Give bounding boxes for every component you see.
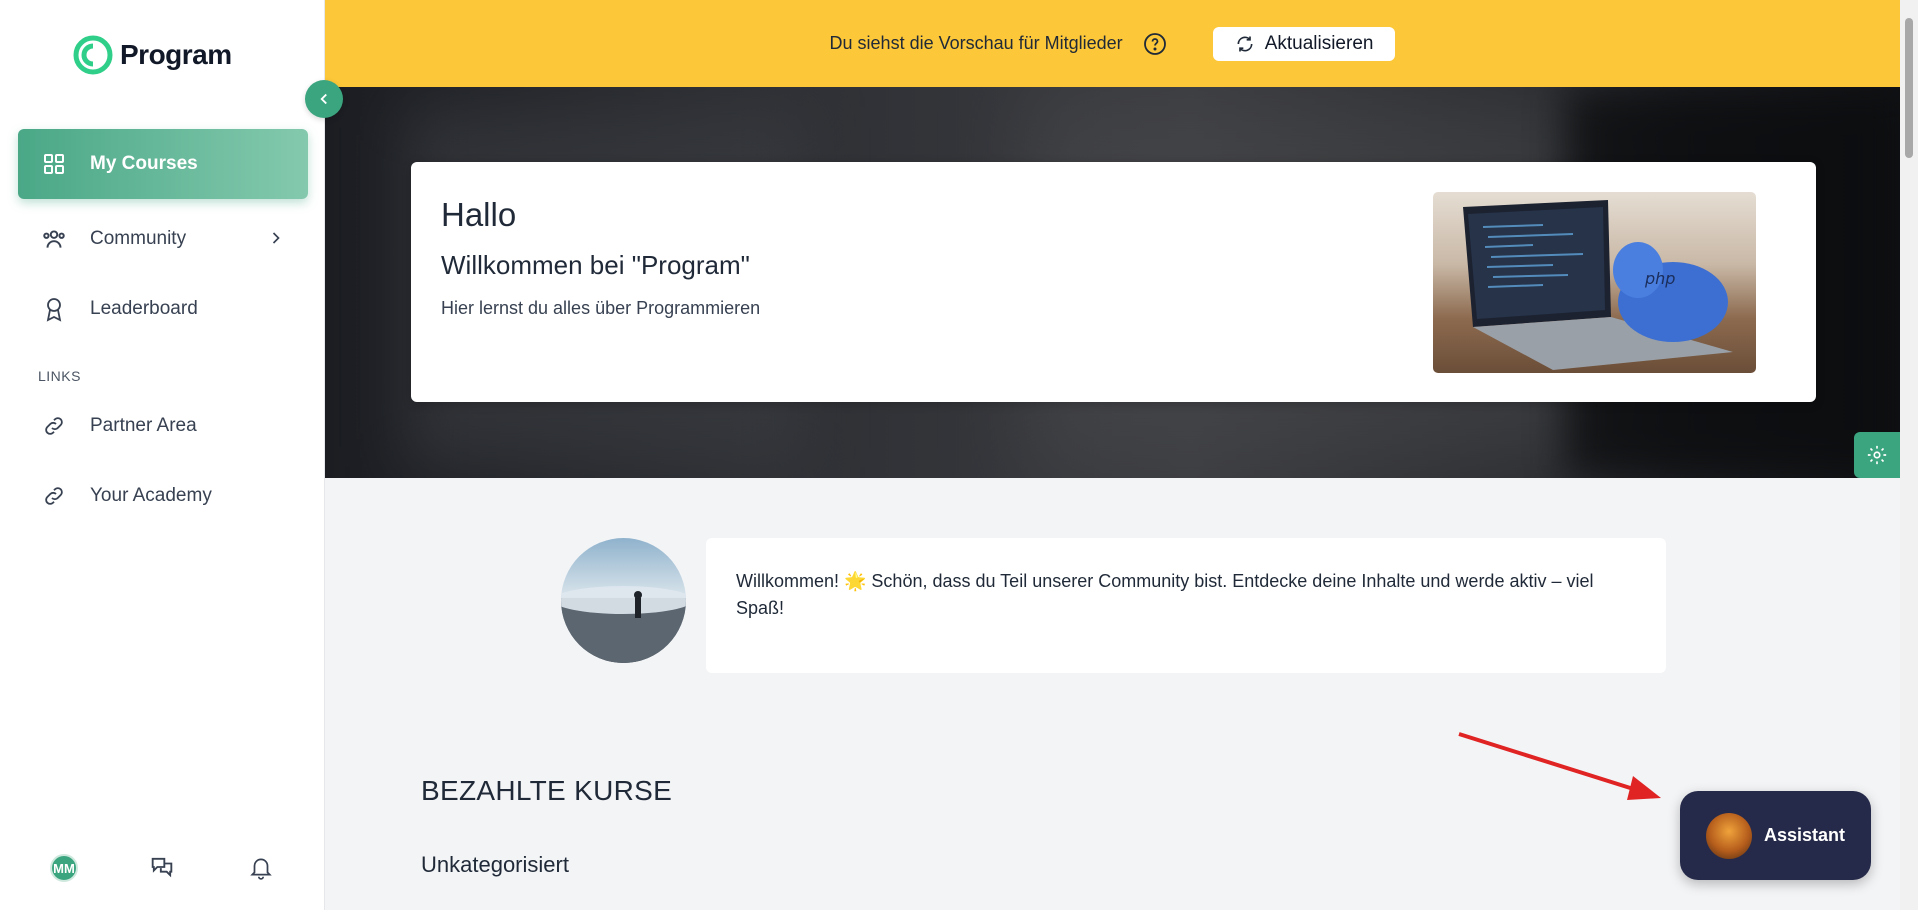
- user-avatar[interactable]: MM: [50, 854, 78, 882]
- grid-icon: [40, 150, 68, 178]
- sidebar-item-my-courses[interactable]: My Courses: [18, 129, 308, 199]
- page-settings-button[interactable]: [1854, 432, 1900, 478]
- scrollbar-thumb[interactable]: [1905, 18, 1913, 158]
- award-icon: [40, 295, 68, 323]
- sidebar-item-leaderboard[interactable]: Leaderboard: [18, 274, 308, 344]
- preview-banner: Du siehst die Vorschau für Mitglieder Ak…: [325, 0, 1900, 87]
- chat-icon[interactable]: [148, 853, 176, 881]
- sidebar-item-label: Partner Area: [90, 415, 197, 436]
- chevron-right-icon: [272, 232, 280, 244]
- sidebar-link-partner-area[interactable]: Partner Area: [18, 391, 308, 461]
- assistant-label: Assistant: [1764, 825, 1846, 845]
- refresh-button-label: Aktualisieren: [1264, 32, 1374, 54]
- annotation-arrow: [1458, 732, 1661, 800]
- app-name: Program: [120, 39, 232, 70]
- paid-courses-heading: BEZAHLTE KURSE: [421, 775, 673, 806]
- refresh-icon: [1237, 36, 1253, 51]
- sidebar-item-label: My Courses: [90, 153, 198, 174]
- chevron-left-icon: [320, 93, 327, 105]
- welcome-message: Willkommen! 🌟 Schön, dass du Teil unsere…: [706, 538, 1666, 673]
- hero-card: Hallo Willkommen bei "Program" Hier lern…: [411, 162, 1816, 402]
- hero-subtitle: Willkommen bei "Program": [441, 250, 750, 280]
- link-icon: [40, 482, 68, 510]
- page-scrollbar[interactable]: [1900, 0, 1918, 910]
- preview-banner-text: Du siehst die Vorschau für Mitglieder: [829, 33, 1123, 53]
- sidebar-item-label: Community: [90, 228, 187, 249]
- refresh-button[interactable]: Aktualisieren: [1212, 26, 1396, 61]
- links-section-label: LINKS: [38, 368, 81, 384]
- sidebar-link-your-academy[interactable]: Your Academy: [18, 461, 308, 531]
- link-icon: [40, 412, 68, 440]
- sidebar-item-label: Your Academy: [90, 485, 212, 506]
- welcome-avatar: [561, 538, 686, 663]
- assistant-avatar: [1706, 812, 1752, 859]
- gear-icon: [1867, 445, 1887, 465]
- help-icon[interactable]: [1143, 32, 1167, 56]
- hero-image: php: [1433, 192, 1756, 373]
- sidebar-item-community[interactable]: Community: [18, 204, 308, 274]
- assistant-button[interactable]: Assistant: [1680, 791, 1871, 880]
- hero-description: Hier lernst du alles über Programmieren: [441, 298, 761, 318]
- sidebar-item-label: Leaderboard: [90, 298, 198, 319]
- program-logo-icon: [73, 35, 113, 75]
- users-icon: [40, 225, 68, 253]
- bell-icon[interactable]: [248, 853, 274, 881]
- category-heading: Unkategorisiert: [421, 852, 569, 877]
- app-logo[interactable]: Program: [72, 34, 232, 76]
- svg-text:php: php: [1644, 269, 1675, 288]
- collapse-sidebar-button[interactable]: [305, 80, 343, 118]
- hero-title: Hallo: [441, 196, 517, 233]
- sidebar: Program My Courses Community Leaderboard: [0, 0, 325, 910]
